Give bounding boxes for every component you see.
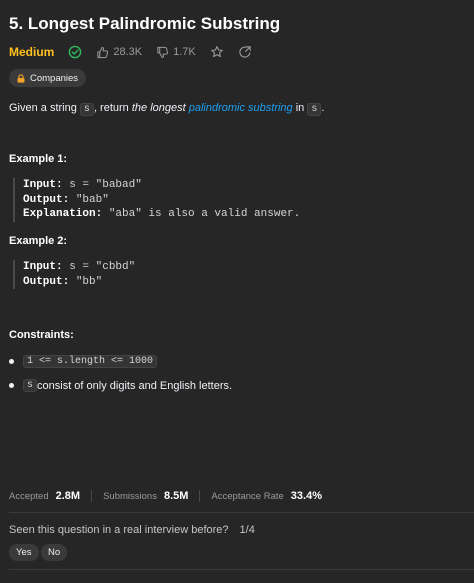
example-2-heading: Example 2: [9,235,68,247]
acceptance-rate-label: Acceptance Rate [211,490,284,502]
like-button[interactable]: 28.3K [96,46,142,59]
favorite-star-icon[interactable] [210,45,224,59]
stats-divider [91,490,93,502]
submissions-value: 8.5M [163,490,189,502]
palindromic-substring-link[interactable]: palindromic substring [189,102,293,114]
bullet [9,359,14,364]
share-icon[interactable] [238,45,252,59]
emphasis-text: the longest [131,102,186,114]
like-count: 28.3K [113,46,143,58]
lock-icon [17,73,25,83]
problem-description: Given a string s, return the longest pal… [9,102,325,116]
stats-divider [199,490,201,502]
interview-question: Seen this question in a real interview b… [9,524,229,536]
dislike-count: 1.7K [173,46,196,58]
example-1-block: Input: s = "babad" Output: "bab" Explana… [13,178,300,222]
interview-page-indicator: 1/4 [239,524,255,536]
yes-button[interactable]: Yes [9,544,39,561]
companies-label: Companies [30,72,79,84]
constraint-item: s consist of only digits and English let… [9,379,232,392]
problem-title: 5. Longest Palindromic Substring [9,14,281,33]
accepted-label: Accepted [9,490,49,502]
thumbs-down-icon [157,46,169,58]
submissions-label: Submissions [103,490,157,502]
acceptance-rate-value: 33.4% [290,490,322,502]
inline-code-s: s [79,103,94,116]
interview-prompt: Seen this question in a real interview b… [9,524,255,536]
section-divider [9,569,474,570]
constraint-code: 1 <= s.length <= 1000 [23,355,158,368]
constraint-code: s [23,379,38,392]
accepted-value: 2.8M [55,490,81,502]
no-button[interactable]: No [41,544,68,561]
constraint-item: 1 <= s.length <= 1000 [9,355,158,368]
submission-stats: Accepted 2.8M Submissions 8.5M Acceptanc… [9,490,322,502]
section-divider [9,512,474,513]
inline-code-s: s [307,103,322,116]
example-2-block: Input: s = "cbbd" Output: "bb" [13,260,135,289]
example-1-heading: Example 1: [9,153,68,165]
constraint-text: consist of only digits and English lette… [37,379,233,392]
solved-check-icon [68,45,82,59]
constraints-heading: Constraints: [9,329,74,341]
dislike-button[interactable]: 1.7K [156,46,196,59]
thumbs-up-icon [97,46,109,58]
companies-tag[interactable]: Companies [9,69,87,87]
difficulty-badge[interactable]: Medium [9,45,54,59]
problem-meta-row: Medium 28.3K 1.7K [9,44,266,60]
bullet [9,383,14,388]
